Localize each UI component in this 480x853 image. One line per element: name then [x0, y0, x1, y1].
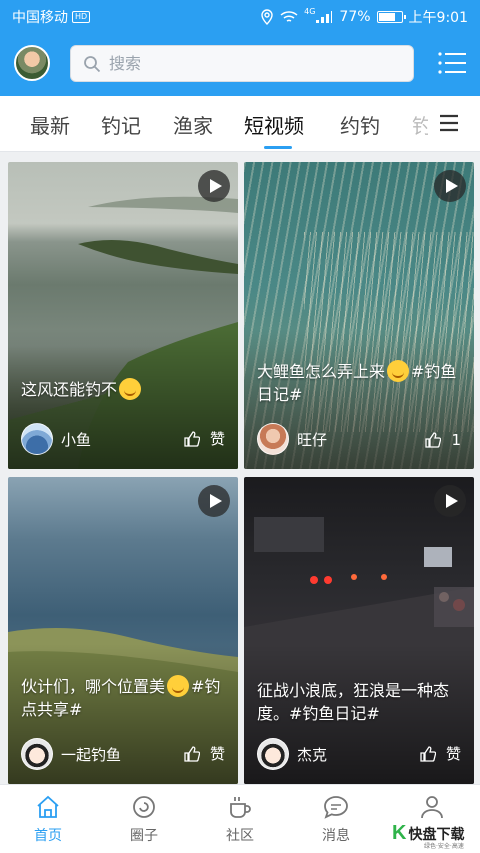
signal-icon — [316, 11, 333, 23]
video-card[interactable]: 伙计们，哪个位置美 #钓点共享# 一起钓鱼 赞 — [8, 477, 238, 784]
author-name: 一起钓鱼 — [61, 745, 122, 764]
watermark-logo: K 快盘下载 绿色·安全·高速 — [392, 822, 464, 850]
active-tab-indicator — [264, 146, 292, 149]
tab-latest[interactable]: 最新 — [30, 110, 70, 139]
video-caption: 征战小浪底，狂浪是一种态度。#钓鱼日记# — [257, 681, 450, 723]
tabs-menu-icon[interactable] — [438, 112, 460, 134]
play-icon[interactable] — [434, 170, 466, 202]
video-author[interactable]: 一起钓鱼 — [21, 738, 121, 770]
battery-percent: 77% — [339, 9, 371, 25]
search-box[interactable] — [70, 45, 414, 82]
author-avatar[interactable] — [21, 423, 53, 455]
like-button[interactable]: 赞 — [184, 428, 225, 449]
author-name: 旺仔 — [297, 430, 328, 449]
like-button[interactable]: 赞 — [184, 743, 225, 764]
user-icon — [421, 796, 443, 819]
play-icon[interactable] — [198, 170, 230, 202]
top-bar: 中国移动 HD 4G 77% 上午9:01 — [0, 0, 480, 96]
hd-badge: HD — [72, 11, 91, 23]
play-icon[interactable] — [434, 485, 466, 517]
thumbs-up-icon — [184, 745, 200, 762]
thumbs-up-icon — [184, 430, 200, 447]
logo-k: K — [392, 822, 407, 844]
like-count: 1 — [451, 431, 461, 449]
video-author[interactable]: 杰克 — [257, 738, 327, 770]
status-bar: 中国移动 HD 4G 77% 上午9:01 — [0, 0, 480, 32]
author-avatar[interactable] — [257, 423, 289, 455]
tab-fishing-meetup[interactable]: 约钓 — [340, 110, 380, 139]
nav-community[interactable]: 社区 — [200, 795, 280, 845]
smirk-emoji-icon — [119, 378, 142, 400]
location-icon — [261, 9, 273, 25]
tab-short-video[interactable]: 短视频 — [244, 110, 304, 139]
coffee-cup-icon — [230, 797, 251, 818]
tab-fishing-diary[interactable]: 钓记 — [101, 110, 141, 139]
video-caption: 这风还能钓不 — [21, 378, 226, 401]
tab-more-cut[interactable]: 钓 — [412, 110, 428, 139]
play-icon[interactable] — [198, 485, 230, 517]
video-card[interactable]: 大鲤鱼怎么弄上来 #钓鱼日记# 旺仔 1 — [244, 162, 474, 469]
author-avatar[interactable] — [21, 738, 53, 770]
smirk-emoji-icon — [387, 360, 410, 382]
author-name: 杰克 — [297, 745, 328, 764]
video-card[interactable]: 这风还能钓不 小鱼 赞 — [8, 162, 238, 469]
like-button[interactable]: 赞 — [420, 743, 461, 764]
thumbs-up-icon — [420, 745, 436, 762]
video-author[interactable]: 旺仔 — [257, 423, 327, 455]
nav-messages[interactable]: 消息 — [296, 795, 376, 845]
video-caption: 伙计们，哪个位置美 #钓点共享# — [21, 675, 226, 721]
tongue-out-emoji-icon — [167, 675, 190, 697]
carrier: 中国移动 HD — [12, 7, 91, 27]
nav-label: 消息 — [322, 828, 350, 844]
clock: 上午9:01 — [408, 10, 468, 26]
profile-avatar[interactable] — [14, 45, 50, 81]
like-button[interactable]: 1 — [425, 431, 461, 449]
message-icon — [324, 796, 348, 819]
tab-fishing-family[interactable]: 渔家 — [173, 110, 213, 139]
like-label: 赞 — [445, 745, 461, 763]
like-label: 赞 — [209, 745, 225, 763]
circle-icon — [133, 796, 155, 818]
carrier-name: 中国移动 — [12, 10, 68, 26]
caption-text: 大鲤鱼怎么弄上来 — [257, 362, 386, 381]
category-tabs: 最新 钓记 渔家 短视频 约钓 钓 — [0, 96, 480, 152]
thumbs-up-icon — [425, 432, 442, 448]
author-name: 小鱼 — [61, 430, 92, 449]
logo-tagline: 绿色·安全·高速 — [424, 843, 464, 850]
caption-text: 这风还能钓不 — [21, 380, 118, 399]
video-caption: 大鲤鱼怎么弄上来 #钓鱼日记# — [257, 360, 462, 406]
nav-label: 社区 — [226, 828, 254, 844]
video-card[interactable]: 征战小浪底，狂浪是一种态度。#钓鱼日记# 杰克 赞 — [244, 477, 474, 784]
status-right: 4G 77% 上午9:01 — [260, 7, 468, 27]
author-avatar[interactable] — [257, 738, 289, 770]
caption-text: 伙计们，哪个位置美 — [21, 677, 166, 696]
battery-icon — [376, 11, 406, 23]
nav-label: 圈子 — [130, 828, 158, 844]
video-author[interactable]: 小鱼 — [21, 423, 91, 455]
search-icon — [84, 55, 101, 72]
search-input[interactable] — [109, 54, 369, 73]
home-icon — [37, 795, 59, 818]
wifi-icon — [280, 11, 298, 22]
like-label: 赞 — [209, 430, 225, 448]
nav-circle[interactable]: 圈子 — [104, 795, 184, 845]
signal-type: 4G — [304, 7, 316, 16]
nav-home[interactable]: 首页 — [8, 795, 88, 845]
nav-label: 首页 — [34, 828, 62, 844]
list-menu-icon[interactable] — [437, 48, 467, 78]
